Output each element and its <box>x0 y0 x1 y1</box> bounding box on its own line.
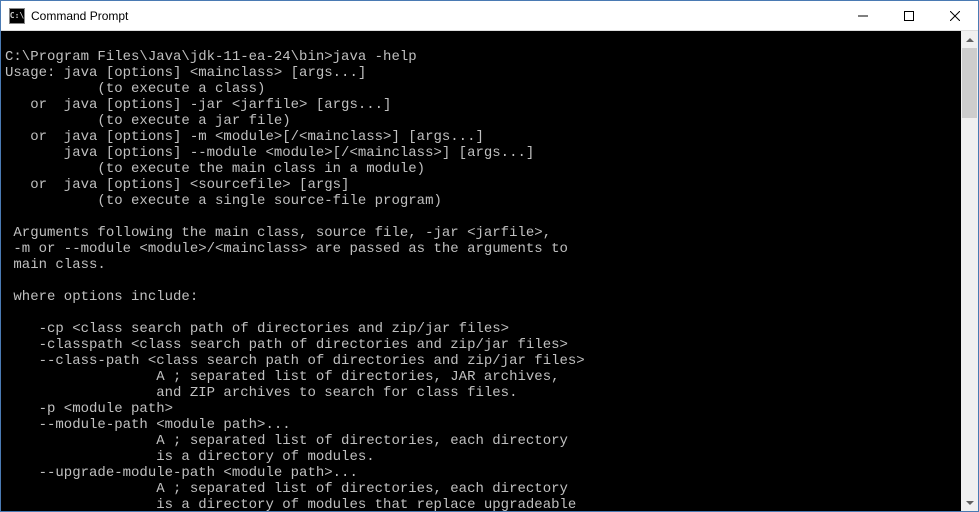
scroll-up-button[interactable] <box>961 31 978 48</box>
app-icon: C:\ <box>9 8 25 24</box>
maximize-button[interactable] <box>886 1 932 30</box>
titlebar[interactable]: C:\ Command Prompt <box>1 1 978 31</box>
scrollbar-track[interactable] <box>961 48 978 494</box>
window-controls <box>840 1 978 30</box>
scroll-down-button[interactable] <box>961 494 978 511</box>
terminal-wrapper: C:\Program Files\Java\jdk-11-ea-24\bin>j… <box>1 31 978 511</box>
vertical-scrollbar[interactable] <box>961 31 978 511</box>
terminal-output[interactable]: C:\Program Files\Java\jdk-11-ea-24\bin>j… <box>1 31 961 511</box>
minimize-button[interactable] <box>840 1 886 30</box>
window-title: Command Prompt <box>31 9 840 23</box>
close-button[interactable] <box>932 1 978 30</box>
scrollbar-thumb[interactable] <box>962 48 977 118</box>
